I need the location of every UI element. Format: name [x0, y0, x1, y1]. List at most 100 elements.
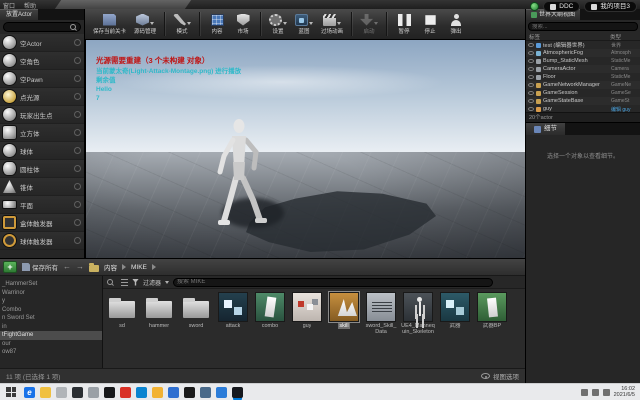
tab-details[interactable]: 细节: [526, 123, 565, 135]
visibility-eye-icon[interactable]: [528, 99, 534, 103]
place-actor-item[interactable]: 空角色: [0, 52, 84, 70]
place-actor-item[interactable]: 平面: [0, 196, 84, 214]
source-folder-item[interactable]: _HammerSet: [0, 280, 102, 289]
save-current-level-button[interactable]: 保存当前关卡: [90, 10, 129, 39]
place-actor-item[interactable]: 球体: [0, 142, 84, 160]
taskbar-clock[interactable]: 16:02 2021/6/5: [614, 386, 637, 399]
stop-button[interactable]: 停止: [418, 10, 442, 39]
source-folder-item[interactable]: our: [0, 340, 102, 349]
asset-tile[interactable]: sword_Skill_Data: [364, 292, 398, 335]
place-actor-item[interactable]: 球体触发器: [0, 232, 84, 250]
visibility-eye-icon[interactable]: [528, 67, 534, 71]
cinematics-button[interactable]: 过场动画: [318, 10, 346, 39]
unreal-editor-icon[interactable]: [232, 387, 243, 398]
visibility-eye-icon[interactable]: [528, 75, 534, 79]
app-silver-icon[interactable]: [88, 387, 99, 398]
level-viewport[interactable]: 光源需要重建（3 个未构建 对象） 当前蒙太奇(Light-Attack-Mon…: [85, 40, 525, 258]
blueprints-button[interactable]: 蓝图: [292, 10, 316, 39]
place-actor-item[interactable]: 玩家出生点: [0, 106, 84, 124]
asset-tile[interactable]: 武器: [438, 292, 472, 335]
column-type[interactable]: 类型: [610, 33, 637, 41]
source-control-button[interactable]: 源码管理: [131, 10, 159, 39]
asset-tile[interactable]: guy: [290, 292, 324, 335]
project-toast[interactable]: 我的项目3: [584, 1, 637, 12]
pause-button[interactable]: 暂停: [392, 10, 416, 39]
steam-icon[interactable]: [104, 387, 115, 398]
edge-icon[interactable]: e: [24, 387, 35, 398]
outliner-row[interactable]: GameSessionGameSe: [526, 89, 640, 97]
view-options-button[interactable]: 视图选项: [481, 371, 519, 381]
place-actor-item[interactable]: 立方体: [0, 124, 84, 142]
column-label[interactable]: 标签: [529, 33, 540, 41]
start-button[interactable]: [6, 387, 16, 397]
visibility-eye-icon[interactable]: [528, 107, 534, 111]
place-actor-item[interactable]: 空Pawn: [0, 70, 84, 88]
source-folder-item[interactable]: n Sword Set: [0, 314, 102, 323]
eject-button[interactable]: 弹出: [444, 10, 468, 39]
outliner-row[interactable]: FloorStaticMe: [526, 73, 640, 81]
content-button[interactable]: 内容: [205, 10, 229, 39]
outliner-row[interactable]: CameraActorCamera: [526, 65, 640, 73]
photos-icon[interactable]: [216, 387, 227, 398]
place-actor-item[interactable]: 圆柱体: [0, 160, 84, 178]
launch-button[interactable]: 启动: [357, 10, 381, 39]
asset-search-input[interactable]: [177, 279, 489, 285]
menu-help[interactable]: 帮助: [24, 1, 36, 10]
outliner-row[interactable]: GameStateBaseGameSt: [526, 97, 640, 105]
visibility-eye-icon[interactable]: [528, 59, 534, 63]
place-actor-item[interactable]: 盒体触发器: [0, 214, 84, 232]
asset-folder[interactable]: hammer: [142, 292, 176, 335]
breadcrumb-root[interactable]: 内容: [104, 262, 117, 272]
breadcrumb-expand-icon[interactable]: [152, 264, 156, 270]
outliner-row[interactable]: test (编辑器世界)世界: [526, 41, 640, 49]
outliner-row[interactable]: GameNetworkManagerGameNe: [526, 81, 640, 89]
asset-folder[interactable]: sword: [179, 292, 213, 335]
asset-tile[interactable]: 武器BP: [475, 292, 509, 335]
back-button[interactable]: ←: [63, 263, 71, 271]
path-folder-icon[interactable]: [89, 265, 99, 272]
app-gray-icon[interactable]: [56, 387, 67, 398]
app-red-icon[interactable]: [120, 387, 131, 398]
place-actor-item[interactable]: 锥体: [0, 178, 84, 196]
filters-button[interactable]: 过滤器: [143, 278, 161, 287]
app-blue-icon[interactable]: [200, 387, 211, 398]
modes-button[interactable]: 模式: [170, 10, 194, 39]
add-import-button[interactable]: +: [3, 261, 17, 273]
asset-tile[interactable]: UE4_Mannequin_Skeleton: [401, 292, 435, 335]
source-folder-item[interactable]: ow87: [0, 348, 102, 357]
source-folder-item[interactable]: y: [0, 297, 102, 306]
settings-button[interactable]: 设置: [266, 10, 290, 39]
app-black-icon[interactable]: [184, 387, 195, 398]
ddc-toast[interactable]: DDC: [543, 1, 580, 12]
place-actors-search-input[interactable]: [4, 24, 70, 30]
source-folder-item[interactable]: Combo: [0, 306, 102, 315]
tray-chevron-icon[interactable]: [581, 389, 588, 396]
menu-window[interactable]: 窗口: [3, 1, 15, 10]
visibility-eye-icon[interactable]: [528, 91, 534, 95]
source-folder-item[interactable]: Warrinor: [0, 289, 102, 298]
status-dot-icon[interactable]: [530, 2, 539, 11]
skype-icon[interactable]: [136, 387, 147, 398]
place-actor-item[interactable]: 点光源: [0, 88, 84, 106]
visibility-eye-icon[interactable]: [528, 83, 534, 87]
qq-icon[interactable]: [168, 387, 179, 398]
breadcrumb-folder[interactable]: MIKE: [131, 264, 147, 271]
folder-yellow-icon[interactable]: [152, 387, 163, 398]
outliner-row[interactable]: AtmosphericFogAtmosph: [526, 49, 640, 57]
tab-place-actors[interactable]: 放置Actor: [0, 9, 38, 20]
source-folder-item[interactable]: in: [0, 323, 102, 332]
tray-volume-icon[interactable]: [603, 389, 610, 396]
place-actor-item[interactable]: 空Actor: [0, 34, 84, 52]
visibility-eye-icon[interactable]: [528, 51, 534, 55]
save-all-button[interactable]: 保存所有: [22, 262, 58, 272]
outliner-search-input[interactable]: [529, 24, 637, 30]
view-mode-icon[interactable]: [121, 279, 128, 286]
file-explorer-icon[interactable]: [40, 387, 51, 398]
forward-button[interactable]: →: [76, 263, 84, 271]
source-folder-item[interactable]: tFightGame: [0, 331, 102, 340]
outliner-row[interactable]: Bump_StaticMeshStaticMe: [526, 57, 640, 65]
visibility-eye-icon[interactable]: [528, 43, 534, 47]
asset-tile[interactable]: skill: [327, 292, 361, 335]
asset-tile[interactable]: attack: [216, 292, 250, 335]
app-dark-icon[interactable]: [72, 387, 83, 398]
